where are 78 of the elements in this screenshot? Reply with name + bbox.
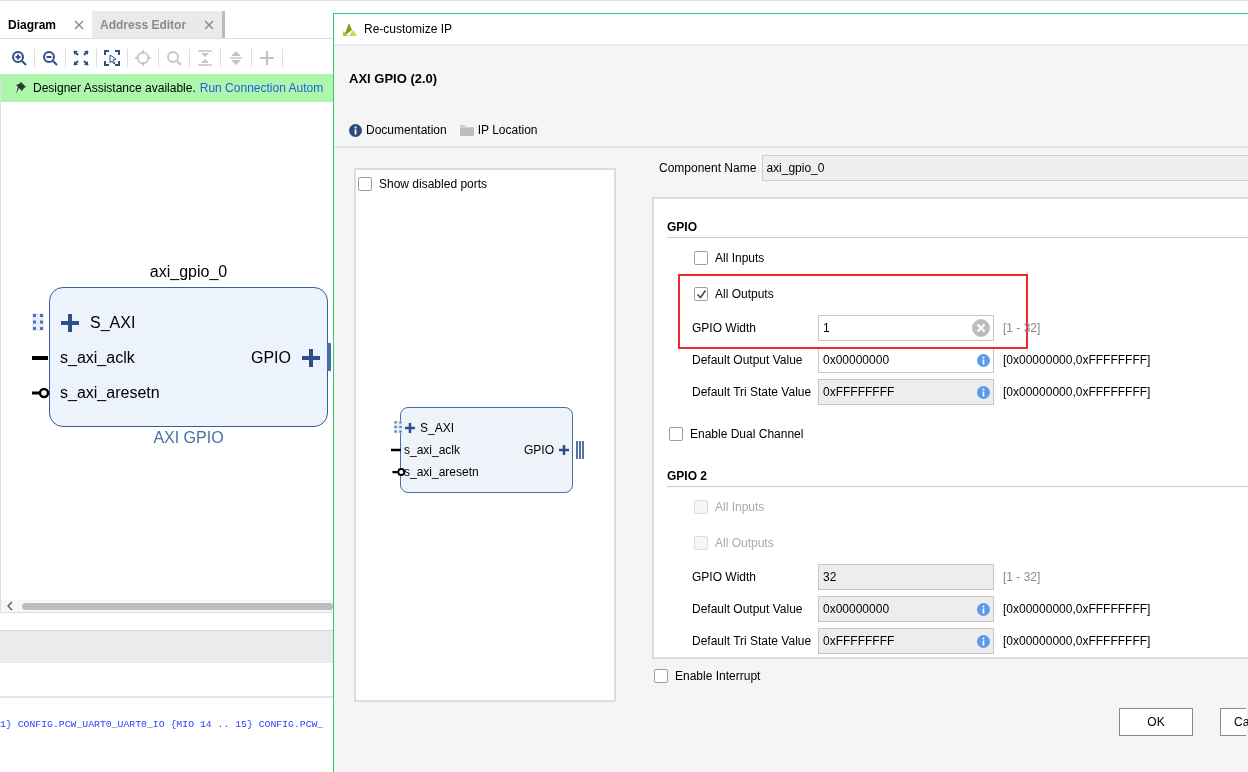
- logo-icon: [342, 21, 358, 37]
- field-label: Default Output Value: [692, 602, 804, 616]
- button[interactable]: OK: [1119, 708, 1193, 736]
- link[interactable]: Run Connection Autom: [199, 81, 324, 95]
- scrollbar-thumb[interactable]: [22, 602, 333, 610]
- field-label: Default Tri State Value: [692, 634, 813, 648]
- text-field[interactable]: axi_gpio_0: [762, 155, 1248, 181]
- checkbox-label: All Outputs: [715, 287, 774, 301]
- dialog-title: Re-customize IP: [364, 22, 453, 36]
- block-name: axi_gpio_0: [148, 262, 229, 282]
- checkbox-label: All Inputs: [715, 500, 765, 514]
- port-name: S_AXI: [90, 313, 136, 332]
- port-name: S_AXI: [420, 421, 455, 435]
- checkbox-label: All Inputs: [715, 251, 765, 265]
- field-label: Default Output Value: [692, 353, 804, 367]
- field-value: 0x00000000: [823, 353, 890, 367]
- console-text: 1} CONFIG.PCW_UART0_UART0_IO {MIO 14 .. 15} CONFIG.PCW_: [0, 719, 325, 730]
- close-icon[interactable]: [74, 19, 85, 30]
- field-label: Component Name: [659, 161, 757, 175]
- checkbox-label: Show disabled ports: [379, 177, 488, 191]
- info-icon: [349, 123, 362, 137]
- checkbox[interactable]: [654, 669, 668, 683]
- link[interactable]: IP Location: [459, 123, 538, 137]
- ip-name: AXI GPIO (2.0): [349, 71, 439, 87]
- block-type-label: AXI GPIO: [152, 428, 225, 448]
- port-name: GPIO: [524, 443, 554, 457]
- clear-icon[interactable]: [972, 319, 990, 337]
- plus-icon[interactable]: [404, 422, 416, 434]
- range-hint: [1 - 32]: [1003, 570, 1041, 584]
- range-hint: [0x00000000,0xFFFFFFFF]: [1003, 353, 1151, 367]
- checkbox[interactable]: [694, 251, 708, 265]
- section-heading: GPIO 2: [667, 468, 1248, 487]
- folder-icon: [459, 124, 474, 136]
- port-name: s_axi_aresetn: [60, 383, 160, 402]
- checkbox-label: Enable Interrupt: [675, 669, 761, 683]
- plus-icon[interactable]: [60, 312, 80, 333]
- bus-lines-icon: [576, 441, 584, 459]
- pin-icon: [15, 81, 27, 95]
- section-heading: GPIO: [667, 219, 1248, 238]
- plus-icon[interactable]: [558, 444, 570, 456]
- dotted-grid-icon: [32, 313, 44, 331]
- pin-line-icon: [391, 448, 401, 452]
- checkbox[interactable]: [694, 287, 708, 301]
- info-icon[interactable]: [977, 353, 990, 367]
- field-value: 1: [823, 321, 830, 335]
- fit-arrows-icon[interactable]: [73, 50, 89, 66]
- zoom-out-icon[interactable]: [42, 50, 58, 66]
- close-icon[interactable]: [204, 19, 215, 30]
- range-hint: [0x00000000,0xFFFFFFFF]: [1003, 385, 1151, 399]
- port-name: GPIO: [251, 348, 291, 367]
- checkmark-icon: [695, 288, 707, 300]
- range-hint: [0x00000000,0xFFFFFFFF]: [1003, 634, 1151, 648]
- checkbox[interactable]: [358, 177, 372, 191]
- bus-bar-icon: [327, 343, 331, 371]
- field-label: Default Tri State Value: [692, 385, 813, 399]
- text-field[interactable]: 0x00000000: [818, 347, 994, 373]
- inverted-pin-icon: [392, 467, 406, 477]
- select-area-icon[interactable]: [104, 50, 120, 66]
- field-value: 0xFFFFFFFF: [823, 634, 895, 648]
- text-field[interactable]: 1: [818, 315, 994, 341]
- field-value: 0x00000000: [823, 602, 890, 616]
- plus-icon[interactable]: [301, 347, 321, 368]
- port-name: s_axi_aresetn: [404, 465, 479, 479]
- field-label: GPIO Width: [692, 570, 757, 584]
- field-value: 32: [823, 570, 837, 584]
- inverted-pin-icon: [32, 387, 50, 399]
- scroll-left-icon[interactable]: [7, 601, 13, 611]
- range-hint: [0x00000000,0xFFFFFFFF]: [1003, 602, 1151, 616]
- zoom-in-icon[interactable]: [11, 50, 27, 66]
- port-name: s_axi_aclk: [60, 348, 135, 367]
- banner-text: Designer Assistance available.: [33, 81, 196, 95]
- checkbox[interactable]: [669, 427, 683, 441]
- checkbox-label: Enable Dual Channel: [690, 427, 804, 441]
- checkbox-label: All Outputs: [715, 536, 774, 550]
- link[interactable]: Documentation: [349, 123, 447, 137]
- field-value: 0xFFFFFFFF: [823, 385, 895, 399]
- port-name: s_axi_aclk: [404, 443, 461, 457]
- field-label: GPIO Width: [692, 321, 757, 335]
